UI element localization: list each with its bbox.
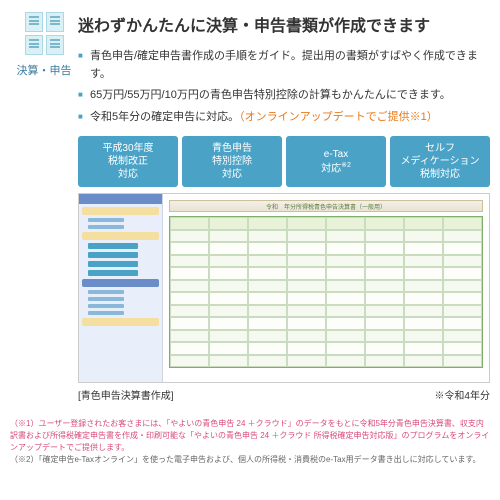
feature-highlight: （オンラインアップデートでご提供※1）	[239, 111, 438, 123]
screenshot-form-grid	[169, 216, 483, 368]
section-label: 決算・申告	[10, 62, 78, 78]
badge-tax-reform: 平成30年度税制改正対応	[78, 136, 178, 187]
caption-right: ※令和4年分	[434, 387, 490, 402]
caption-left: [青色申告決算書作成]	[78, 387, 174, 402]
badge-blue-return: 青色申告特別控除対応	[182, 136, 282, 187]
feature-item: 65万円/55万円/10万円の青色申告特別控除の計算もかんたんにできます。	[78, 87, 490, 105]
feature-item: 令和5年分の確定申告に対応。（オンラインアップデートでご提供※1）	[78, 109, 490, 127]
badge-etax: e-Tax対応※2	[286, 136, 386, 187]
feature-list: 青色申告/確定申告書作成の手順をガイド。提出用の書類がすばやく作成できます。 6…	[78, 48, 490, 126]
footnote-1: （※1）ユーザー登録されたお客さまには、「やよいの青色申告 24 ＋クラウド」の…	[10, 418, 490, 454]
feature-item: 青色申告/確定申告書作成の手順をガイド。提出用の書類がすばやく作成できます。	[78, 48, 490, 83]
screenshot-caption: [青色申告決算書作成] ※令和4年分	[78, 387, 490, 402]
documents-icon	[22, 12, 66, 56]
page-title: 迷わずかんたんに決算・申告書類が作成できます	[78, 12, 490, 36]
screenshot-doc-title: 令和 年分所得税青色申告決算書（一般用）	[266, 202, 386, 211]
footnote-2: （※2）「確定申告e-Taxオンライン」を使った電子申告および、個人の所得税・消…	[10, 454, 490, 466]
section-indicator: 決算・申告	[10, 12, 78, 410]
feature-badges: 平成30年度税制改正対応 青色申告特別控除対応 e-Tax対応※2 セルフメディ…	[78, 136, 490, 187]
app-screenshot: 令和 年分所得税青色申告決算書（一般用）	[78, 193, 490, 383]
footnotes: （※1）ユーザー登録されたお客さまには、「やよいの青色申告 24 ＋クラウド」の…	[0, 418, 500, 476]
screenshot-doc-title-bar: 令和 年分所得税青色申告決算書（一般用）	[169, 200, 483, 212]
feature-text: 令和5年分の確定申告に対応。	[90, 111, 239, 123]
screenshot-main: 令和 年分所得税青色申告決算書（一般用）	[163, 194, 489, 382]
badge-self-medication: セルフメディケーション税制対応	[390, 136, 490, 187]
screenshot-sidebar	[79, 194, 163, 382]
